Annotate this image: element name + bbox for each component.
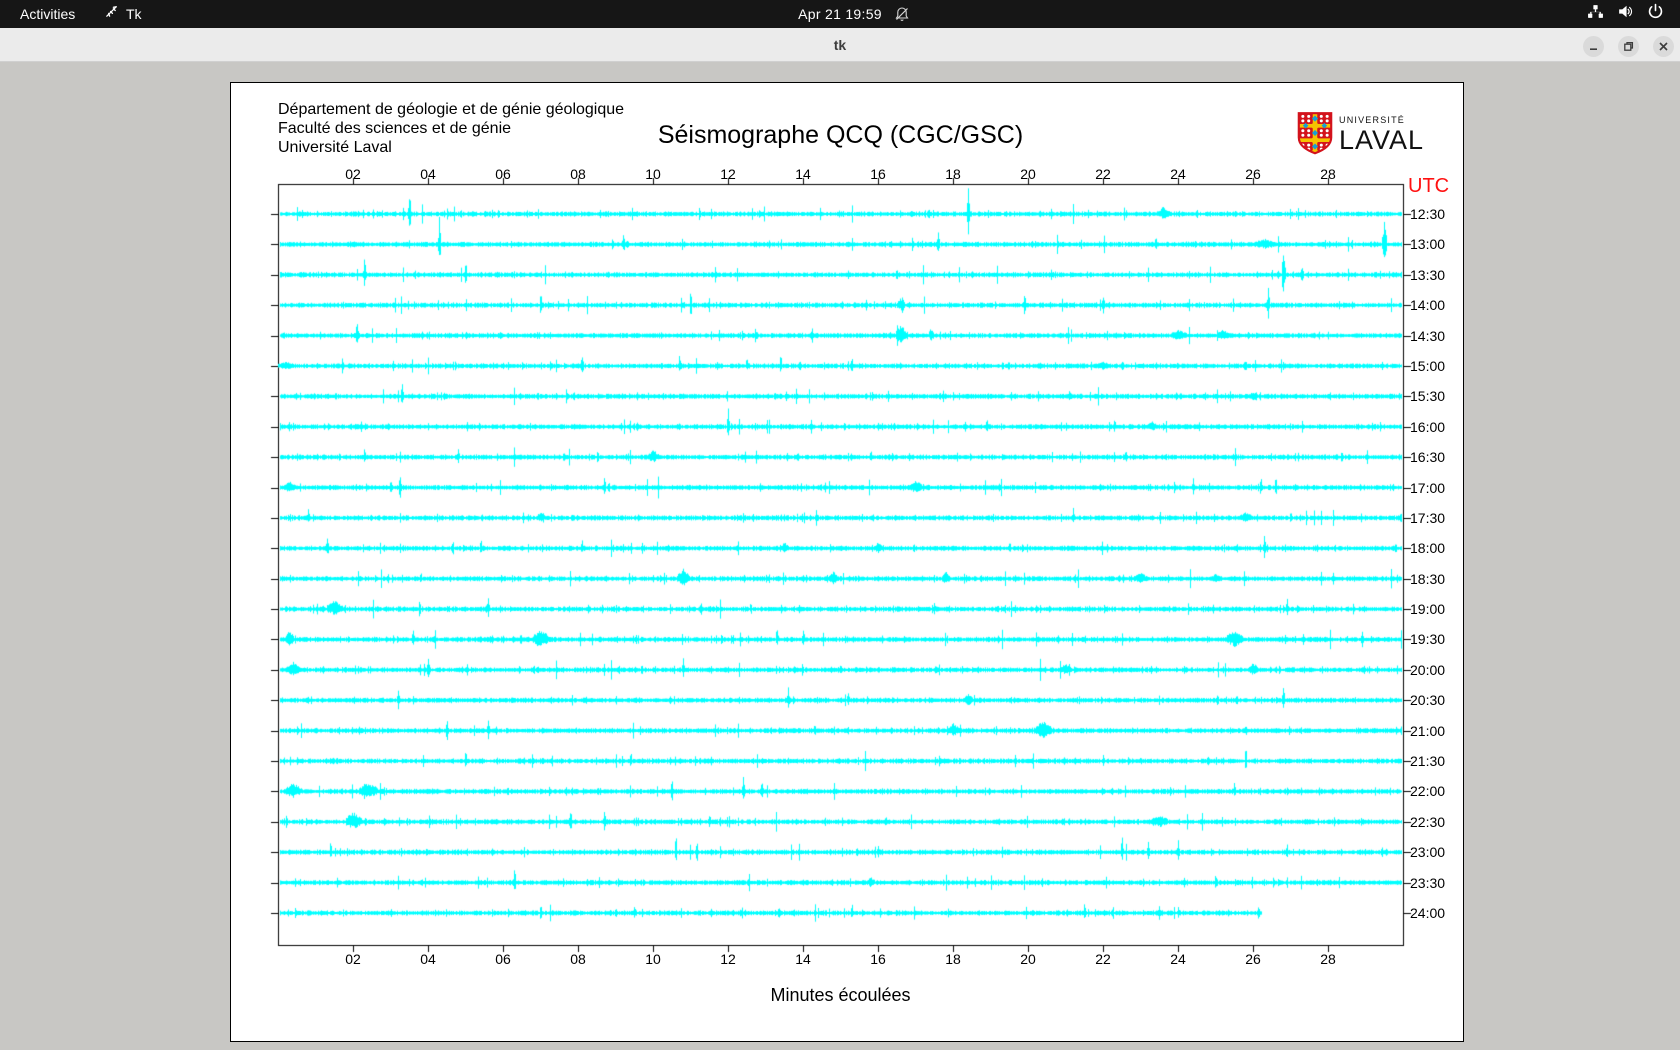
utc-time-label: 14:00 [1410,297,1446,314]
x-tick-label-bottom: 20 [1020,951,1036,967]
utc-time-label: 14:30 [1410,327,1446,344]
clock[interactable]: Apr 21 19:59 [0,0,1680,28]
x-tick-label-top: 14 [795,166,811,182]
minimize-button[interactable] [1583,36,1604,57]
window-titlebar[interactable]: tk [0,28,1680,62]
x-tick-label-top: 26 [1245,166,1261,182]
x-tick-label-top: 18 [945,166,961,182]
x-tick-label-top: 04 [420,166,436,182]
utc-time-label: 23:30 [1410,874,1446,891]
x-tick-label-bottom: 02 [345,951,361,967]
logo-universite-label: UNIVERSITÉ [1339,115,1406,125]
activities-button[interactable]: Activities [14,0,81,28]
logo-laval-label: LAVAL [1339,125,1425,155]
utc-time-label: 13:00 [1410,236,1446,253]
utc-time-label: 17:30 [1410,509,1446,526]
x-tick-label-top: 16 [870,166,886,182]
utc-time-label: 21:30 [1410,753,1446,770]
x-tick-label-bottom: 22 [1095,951,1111,967]
x-tick-label-bottom: 26 [1245,951,1261,967]
utc-time-label: 15:00 [1410,357,1446,374]
maximize-button[interactable] [1618,36,1639,57]
utc-time-label: 20:00 [1410,661,1446,678]
window-title: tk [833,37,847,53]
x-tick-label-bottom: 06 [495,951,511,967]
utc-time-label: 16:30 [1410,449,1446,466]
utc-time-label: 13:30 [1410,266,1446,283]
utc-time-label: 17:00 [1410,479,1446,496]
x-tick-label-top: 06 [495,166,511,182]
plot-title: Séismographe QCQ (CGC/GSC) [657,121,1024,149]
utc-time-label: 23:00 [1410,844,1446,861]
utc-time-label: 12:30 [1410,206,1446,222]
notifications-muted-bell-icon[interactable] [894,6,910,27]
x-tick-label-bottom: 04 [420,951,436,967]
x-tick-label-top: 28 [1320,166,1336,182]
x-tick-label-bottom: 28 [1320,951,1336,967]
x-tick-label-bottom: 10 [645,951,661,967]
x-tick-label-bottom: 08 [570,951,586,967]
system-tray[interactable] [1587,0,1664,28]
x-axis-title: Minutes écoulées [770,985,911,1005]
x-tick-label-bottom: 14 [795,951,811,967]
wired-network-icon [1587,3,1604,25]
running-app-indicator[interactable]: Tk [104,0,142,28]
x-tick-label-top: 02 [345,166,361,182]
power-icon [1647,3,1664,25]
x-tick-label-bottom: 18 [945,951,961,967]
institution-line: Département de géologie et de génie géol… [278,101,625,118]
helicorder-plot-canvas [231,83,1465,1043]
utc-time-label: 20:30 [1410,692,1446,709]
tk-app-icon [104,0,119,28]
utc-axis-title: UTC [1408,175,1450,197]
gnome-top-bar: Apr 21 19:59 Activities Tk [0,0,1680,28]
utc-time-label: 15:30 [1410,388,1446,405]
x-tick-label-bottom: 24 [1170,951,1186,967]
x-tick-label-bottom: 12 [720,951,736,967]
utc-time-label: 22:00 [1410,783,1446,800]
x-tick-label-bottom: 16 [870,951,886,967]
tk-canvas-window: Département de géologie et de génie géol… [230,82,1465,1043]
volume-icon [1617,3,1634,25]
utc-time-label: 18:00 [1410,540,1446,557]
universite-laval-logo: UNIVERSITÉ LAVAL [1297,111,1424,160]
x-tick-label-top: 12 [720,166,736,182]
x-tick-label-top: 20 [1020,166,1036,182]
x-tick-label-top: 08 [570,166,586,182]
utc-time-label: 21:00 [1410,722,1446,739]
x-tick-label-top: 24 [1170,166,1186,182]
utc-time-label: 19:30 [1410,631,1446,648]
close-button[interactable] [1653,36,1674,57]
utc-time-label: 22:30 [1410,813,1446,830]
utc-time-label: 18:30 [1410,570,1446,587]
utc-time-label: 16:00 [1410,418,1446,435]
utc-time-label: 24:00 [1410,904,1446,921]
x-tick-label-top: 22 [1095,166,1111,182]
x-tick-label-top: 10 [645,166,661,182]
laval-shield-icon [1297,111,1333,160]
utc-time-label: 19:00 [1410,601,1446,618]
app-name-label: Tk [126,6,142,22]
